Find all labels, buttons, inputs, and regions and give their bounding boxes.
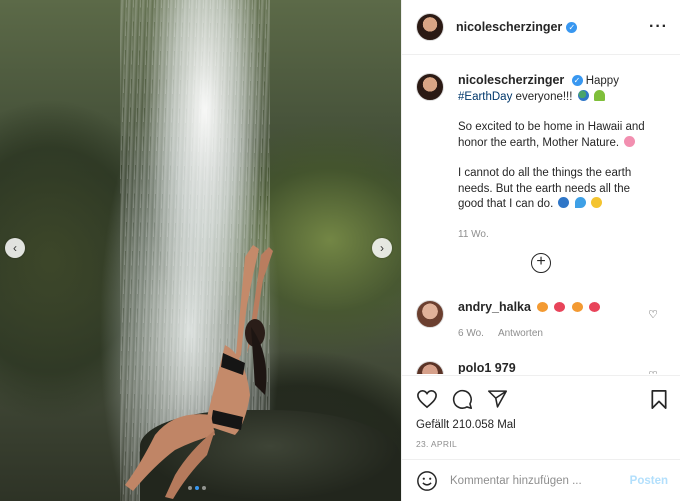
caption-timestamp: 11 Wo. — [458, 228, 489, 240]
comment-bubble-icon[interactable] — [452, 389, 473, 410]
post-photo[interactable]: ‹ › — [0, 0, 401, 501]
reply-button[interactable]: Antworten — [498, 328, 543, 339]
post-date: 23. APRIL — [416, 439, 457, 449]
carousel-dots — [188, 486, 206, 490]
blue-heart-emoji-icon — [558, 197, 570, 208]
commenter-avatar[interactable] — [416, 300, 444, 328]
post-sidebar: nicolescherzinger ✓ ··· nicolescherzinge… — [401, 0, 680, 501]
bookmark-icon[interactable] — [650, 389, 668, 410]
red-heart-emoji-icon — [588, 302, 600, 312]
commenter-username[interactable]: polo1 979 — [458, 361, 516, 374]
comment-row: andry_halka 6 Wo. Antworten ♡ — [416, 300, 668, 339]
droplet-emoji-icon — [574, 197, 586, 208]
caption: nicolescherzinger ✓ Happy #EarthDay ever… — [402, 56, 680, 242]
comment-input[interactable] — [450, 474, 630, 487]
carousel-next-button[interactable]: › — [372, 238, 392, 258]
orange-heart-emoji-icon — [571, 302, 583, 312]
emoji-smiley-icon[interactable] — [416, 470, 438, 492]
comments-section[interactable]: nicolescherzinger ✓ Happy #EarthDay ever… — [402, 56, 680, 374]
like-heart-icon[interactable] — [416, 389, 438, 409]
comment-timestamp: 6 Wo. — [458, 328, 484, 339]
caption-username[interactable]: nicolescherzinger — [458, 73, 564, 87]
carousel-prev-button[interactable]: ‹ — [5, 238, 25, 258]
caption-greeting: Happy — [585, 75, 619, 87]
author-avatar[interactable] — [416, 73, 444, 101]
caption-text: everyone!!! — [515, 90, 573, 103]
likes-count[interactable]: Gefällt 210.058 Mal — [416, 419, 668, 431]
share-send-icon[interactable] — [487, 389, 508, 409]
post-actions: Gefällt 210.058 Mal 23. APRIL — [402, 375, 680, 449]
comment-like-icon[interactable]: ♡ — [648, 369, 658, 374]
sparkles-emoji-icon — [590, 197, 602, 208]
caption-paragraph: I cannot do all the things the earth nee… — [458, 167, 632, 210]
author-avatar[interactable] — [416, 13, 444, 41]
carousel-dot — [202, 486, 206, 490]
woman-figure — [125, 245, 273, 499]
orange-heart-emoji-icon — [537, 302, 549, 312]
post-header: nicolescherzinger ✓ ··· — [402, 0, 680, 55]
comment-like-icon[interactable]: ♡ — [648, 308, 658, 321]
commenter-avatar[interactable] — [416, 361, 444, 374]
seedling-emoji-icon — [593, 89, 605, 101]
more-options-icon[interactable]: ··· — [649, 18, 668, 36]
load-more-comments-button[interactable]: + — [531, 253, 551, 273]
caption-paragraph: So excited to be home in Hawaii and hono… — [458, 121, 645, 149]
post-comment-button[interactable]: Posten — [630, 475, 668, 487]
hashtag-link[interactable]: #EarthDay — [458, 91, 512, 103]
carousel-dot — [188, 486, 192, 490]
author-username[interactable]: nicolescherzinger — [456, 20, 562, 34]
comment-row: polo1 979 ♡ — [416, 361, 668, 374]
verified-icon: ✓ — [571, 75, 583, 86]
add-comment-bar: Posten — [402, 459, 680, 501]
hibiscus-emoji-icon — [624, 135, 636, 147]
verified-icon: ✓ — [566, 21, 578, 33]
globe-emoji-icon — [577, 89, 589, 101]
carousel-dot-active — [195, 486, 199, 490]
commenter-username[interactable]: andry_halka — [458, 300, 531, 314]
red-heart-emoji-icon — [554, 302, 566, 312]
